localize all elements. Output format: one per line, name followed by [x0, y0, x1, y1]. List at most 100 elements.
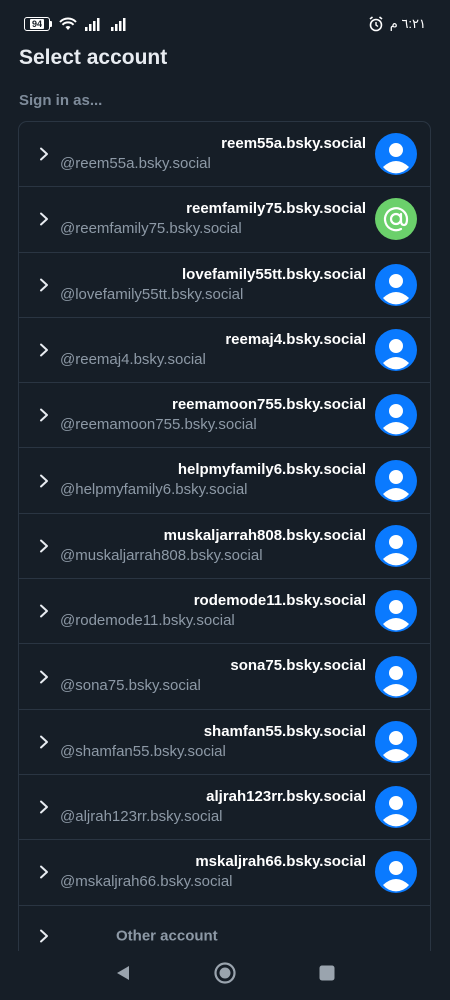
account-row[interactable]: reemaj4.bsky.social @reemaj4.bsky.social [19, 318, 430, 384]
account-row[interactable]: mskaljrah66.bsky.social @mskaljrah66.bsky… [19, 840, 430, 906]
account-display-name: reem55a.bsky.social [221, 135, 366, 152]
account-handle: @helpmyfamily6.bsky.social [60, 481, 248, 499]
chevron-right-icon [37, 604, 51, 618]
avatar [375, 786, 417, 829]
home-icon [214, 961, 236, 984]
account-handle: @reemamoon755.bsky.social [60, 416, 257, 434]
account-text: reemaj4.bsky.social @reemaj4.bsky.social [60, 330, 366, 368]
account-display-name: aljrah123rr.bsky.social [206, 787, 366, 805]
account-text: shamfan55.bsky.social @shamfan55.bsky.soc… [60, 722, 366, 760]
battery-icon: 94 [24, 17, 52, 31]
chevron-right-icon [37, 474, 51, 488]
chevron-right-icon [37, 147, 51, 161]
account-handle: @reem55a.bsky.social [60, 155, 211, 172]
at-icon [375, 198, 417, 240]
avatar [375, 851, 417, 894]
account-display-name: mskaljrah66.bsky.social [195, 853, 366, 871]
person-icon [375, 590, 417, 632]
recents-button[interactable] [315, 961, 339, 985]
account-handle: @reemfamily75.bsky.social [60, 220, 242, 238]
page-title: Select account [19, 46, 168, 69]
account-list: reem55a.bsky.social @reem55a.bsky.social r… [18, 121, 431, 951]
account-row[interactable]: lovefamily55tt.bsky.social @lovefamily55t… [19, 253, 430, 318]
person-icon [375, 394, 417, 436]
account-display-name: rodemode11.bsky.social [193, 592, 366, 610]
chevron-right-icon [37, 212, 51, 226]
chevron-right-icon [37, 408, 51, 422]
avatar [375, 655, 417, 698]
recents-icon [319, 965, 335, 980]
person-icon [375, 656, 417, 698]
account-text: reemamoon755.bsky.social @reemamoon755.bs… [60, 395, 366, 433]
avatar [375, 394, 417, 437]
account-display-name: reemaj4.bsky.social [225, 330, 366, 348]
account-handle: @sona75.bsky.social [60, 677, 201, 695]
avatar [375, 263, 417, 306]
account-display-name: helpmyfamily6.bsky.social [177, 461, 366, 479]
status-left: 94 [24, 16, 130, 32]
avatar [375, 590, 417, 633]
account-handle: @lovefamily55tt.bsky.social [60, 285, 244, 303]
person-icon [375, 329, 417, 371]
person-icon [375, 851, 417, 893]
clock: ٦:٢١ م [389, 16, 426, 31]
chevron-right-icon [37, 670, 51, 684]
account-row[interactable]: rodemode11.bsky.social @rodemode11.bsky.s… [19, 579, 430, 645]
account-row[interactable]: reemamoon755.bsky.social @reemamoon755.bs… [19, 383, 430, 449]
account-text: mskaljrah66.bsky.social @mskaljrah66.bsky… [60, 852, 366, 890]
chevron-right-icon [37, 735, 51, 749]
account-handle: @aljrah123rr.bsky.social [60, 807, 223, 825]
account-row[interactable]: sona75.bsky.social @sona75.bsky.social [19, 644, 430, 710]
battery-level: 94 [29, 19, 44, 29]
account-row[interactable]: helpmyfamily6.bsky.social @helpmyfamily6.… [19, 448, 430, 514]
chevron-right-icon [37, 343, 51, 357]
back-button[interactable] [111, 961, 135, 985]
account-text: reem55a.bsky.social @reem55a.bsky.social [60, 134, 366, 172]
status-bar: 94 ٦:٢١ م [0, 0, 450, 48]
person-icon [375, 525, 417, 567]
account-row[interactable]: aljrah123rr.bsky.social @aljrah123rr.bsky… [19, 775, 430, 841]
account-row[interactable]: reemfamily75.bsky.social @reemfamily75.bs… [19, 187, 430, 253]
account-row[interactable]: reem55a.bsky.social @reem55a.bsky.social [19, 122, 430, 188]
account-display-name: lovefamily55tt.bsky.social [182, 265, 366, 283]
avatar [375, 133, 417, 176]
account-handle: @shamfan55.bsky.social [60, 742, 226, 760]
person-icon [375, 786, 417, 828]
signal-icon-2 [111, 18, 126, 31]
account-handle: @mskaljrah66.bsky.social [60, 873, 233, 891]
account-text: muskaljarrah808.bsky.social @muskaljarrah… [60, 526, 366, 564]
home-button[interactable] [213, 961, 237, 985]
chevron-right-icon [37, 929, 51, 943]
avatar [375, 720, 417, 763]
account-display-name: reemamoon755.bsky.social [172, 396, 366, 414]
account-text: lovefamily55tt.bsky.social @lovefamily55t… [60, 265, 366, 303]
account-display-name: sona75.bsky.social [230, 657, 366, 675]
account-handle: @reemaj4.bsky.social [60, 350, 206, 368]
account-text: rodemode11.bsky.social @rodemode11.bsky.s… [60, 591, 366, 629]
account-text: aljrah123rr.bsky.social @aljrah123rr.bsky… [60, 787, 366, 825]
account-text: reemfamily75.bsky.social @reemfamily75.bs… [60, 199, 366, 237]
account-display-name: muskaljarrah808.bsky.social [163, 526, 366, 544]
person-icon [375, 721, 417, 763]
wifi-icon [59, 17, 77, 30]
chevron-right-icon [37, 278, 51, 292]
account-row[interactable]: shamfan55.bsky.social @shamfan55.bsky.soc… [19, 710, 430, 775]
account-text: sona75.bsky.social @sona75.bsky.social [60, 656, 366, 694]
status-right: ٦:٢١ م [368, 16, 426, 32]
account-handle: @rodemode11.bsky.social [60, 612, 235, 630]
person-icon [375, 460, 417, 502]
account-display-name: reemfamily75.bsky.social [186, 200, 366, 218]
account-handle: @muskaljarrah808.bsky.social [60, 546, 263, 564]
avatar [375, 524, 417, 567]
alarm-icon [369, 16, 383, 32]
avatar [375, 329, 417, 372]
chevron-right-icon [37, 865, 51, 879]
account-display-name: shamfan55.bsky.social [203, 722, 366, 740]
other-account-label: Other account [116, 927, 218, 945]
account-row[interactable]: muskaljarrah808.bsky.social @muskaljarrah… [19, 514, 430, 580]
page-subtitle: Sign in as... [19, 92, 103, 109]
chevron-right-icon [37, 539, 51, 553]
person-icon [375, 264, 417, 306]
account-text: helpmyfamily6.bsky.social @helpmyfamily6.… [60, 460, 366, 498]
chevron-right-icon [37, 800, 51, 814]
